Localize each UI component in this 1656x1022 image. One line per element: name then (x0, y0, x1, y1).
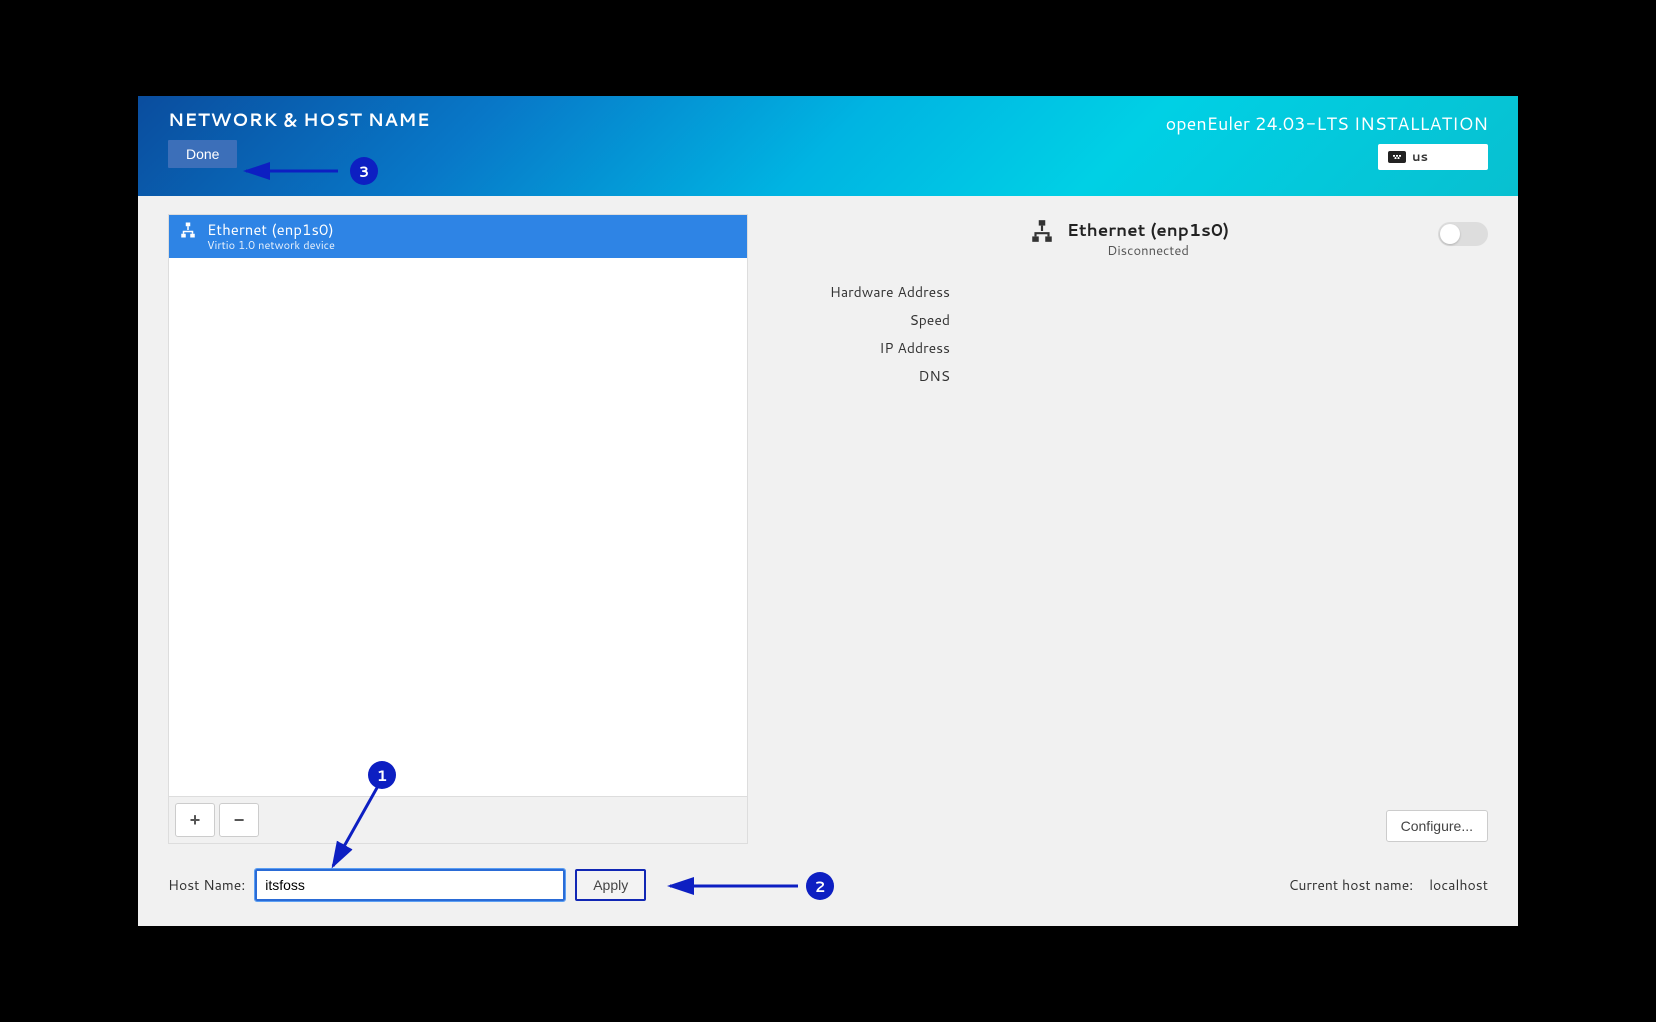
add-device-button[interactable]: + (175, 803, 215, 837)
current-hostname-label: Current host name: (1288, 875, 1413, 895)
header-right: openEuler 24.03-LTS INSTALLATION us (1166, 110, 1488, 170)
device-detail-name: Ethernet (enp1s0) (1067, 218, 1229, 242)
hostname-input[interactable] (255, 869, 565, 901)
current-hostname-value: localhost (1429, 875, 1488, 895)
body-area: Ethernet (enp1s0) Virtio 1.0 network dev… (138, 196, 1518, 844)
installer-screen: NETWORK & HOST NAME Done openEuler 24.03… (138, 96, 1518, 926)
ethernet-icon (1029, 218, 1055, 250)
device-subtitle: Virtio 1.0 network device (207, 239, 335, 252)
device-list: Ethernet (enp1s0) Virtio 1.0 network dev… (168, 214, 748, 796)
ip-address-label: IP Address (770, 334, 950, 362)
annotation-marker-2: 2 (806, 872, 834, 900)
annotation-marker-3: 3 (350, 157, 378, 185)
done-button[interactable]: Done (168, 140, 237, 168)
device-list-item-labels: Ethernet (enp1s0) Virtio 1.0 network dev… (207, 221, 335, 252)
device-detail-header: Ethernet (enp1s0) Disconnected (770, 218, 1488, 260)
dns-label: DNS (770, 362, 950, 390)
installation-title: openEuler 24.03-LTS INSTALLATION (1166, 110, 1488, 136)
configure-button[interactable]: Configure... (1386, 810, 1488, 842)
ethernet-icon (179, 221, 197, 245)
header-bar: NETWORK & HOST NAME Done openEuler 24.03… (138, 96, 1518, 196)
remove-device-button[interactable]: − (219, 803, 259, 837)
header-left: NETWORK & HOST NAME Done (168, 106, 430, 168)
device-list-item[interactable]: Ethernet (enp1s0) Virtio 1.0 network dev… (169, 215, 747, 258)
device-list-panel: Ethernet (enp1s0) Virtio 1.0 network dev… (168, 214, 748, 844)
device-list-toolbar: + − (168, 796, 748, 844)
keyboard-layout-button[interactable]: us (1378, 144, 1488, 170)
device-detail-panel: Ethernet (enp1s0) Disconnected Hardware … (770, 214, 1488, 844)
page-title: NETWORK & HOST NAME (168, 106, 430, 132)
device-detail-status: Disconnected (1067, 242, 1229, 260)
annotation-marker-1: 1 (368, 761, 396, 789)
speed-label: Speed (770, 306, 950, 334)
device-detail-fields: Hardware Address Speed IP Address DNS (770, 278, 950, 390)
keyboard-icon (1388, 151, 1406, 163)
current-hostname: Current host name: localhost (1288, 875, 1488, 895)
hostname-label: Host Name: (168, 875, 245, 895)
keyboard-layout-label: us (1412, 148, 1428, 166)
apply-button[interactable]: Apply (575, 869, 646, 901)
hardware-address-label: Hardware Address (770, 278, 950, 306)
connection-toggle[interactable] (1438, 222, 1488, 246)
